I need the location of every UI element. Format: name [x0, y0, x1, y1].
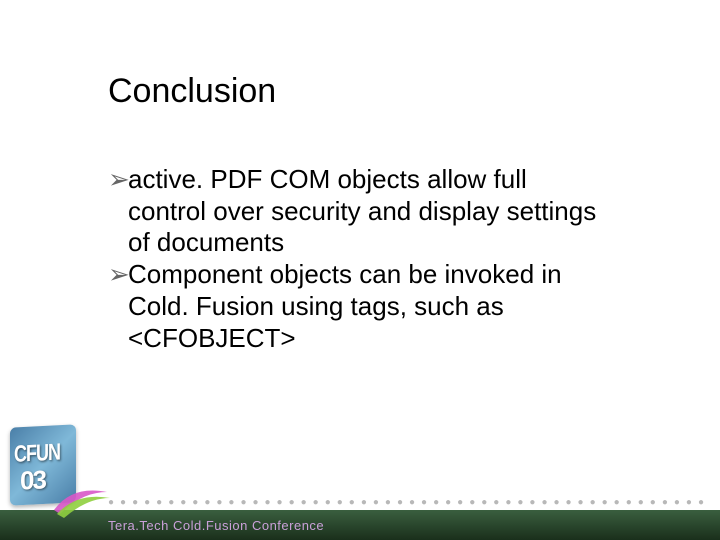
- slide: Conclusion ➢active. PDF COM objects allo…: [0, 0, 720, 540]
- bullet-arrow-icon: ➢: [108, 259, 128, 291]
- bullet-arrow-icon: ➢: [108, 164, 128, 196]
- bullet-item: ➢Component objects can be invoked in Col…: [108, 259, 608, 354]
- bullet-text: Component objects can be invoked in Cold…: [128, 259, 562, 352]
- slide-title: Conclusion: [108, 72, 276, 111]
- logo-bottom-text: 03: [20, 464, 45, 496]
- bullet-item: ➢active. PDF COM objects allow full cont…: [108, 164, 608, 259]
- cfun-logo: CFUN 03: [2, 418, 102, 538]
- bullet-text: active. PDF COM objects allow full contr…: [128, 164, 596, 257]
- footer-text: Tera.Tech Cold.Fusion Conference: [108, 518, 324, 533]
- swoosh-icon: [52, 480, 112, 520]
- divider-dots: ●●●●●●●●●●●●●●●●●●●●●●●●●●●●●●●●●●●●●●●●…: [108, 497, 708, 508]
- slide-body: ➢active. PDF COM objects allow full cont…: [108, 164, 608, 354]
